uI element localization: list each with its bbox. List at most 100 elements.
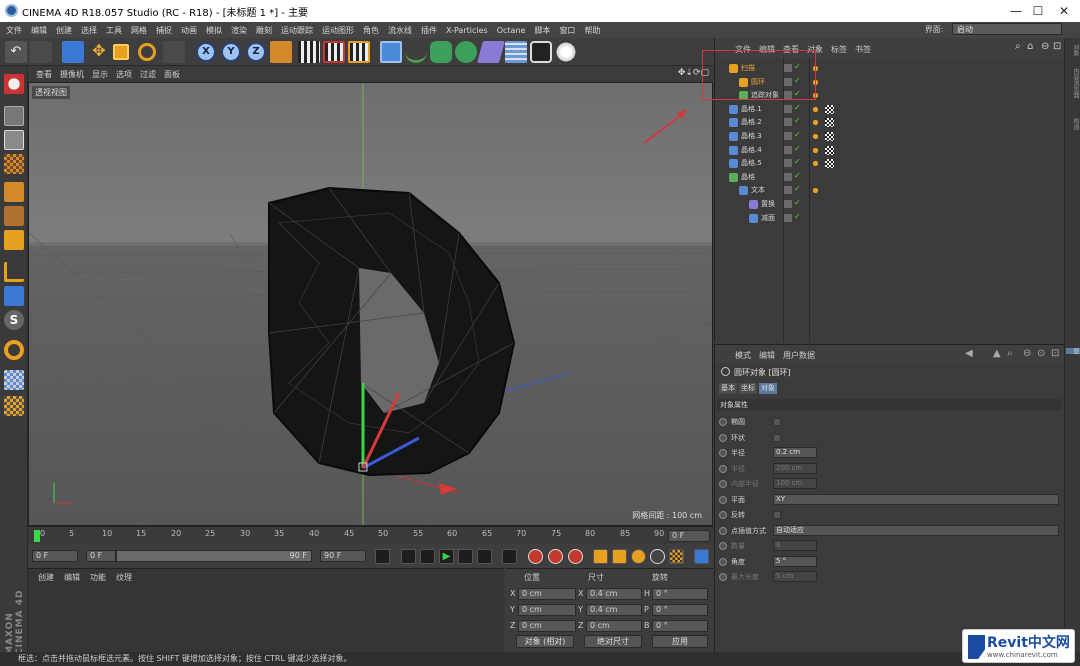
menu-mesh[interactable]: 网格 (131, 25, 147, 36)
menu-simulate[interactable]: 模拟 (206, 25, 222, 36)
coordinate-system-icon[interactable] (270, 41, 292, 63)
visibility-dots-icon[interactable] (784, 186, 792, 195)
x-axis-lock-button[interactable]: X (196, 42, 216, 62)
attr-menu-edit[interactable]: 编辑 (759, 350, 775, 361)
visibility-dots-icon[interactable] (784, 118, 792, 127)
obj-home-icon[interactable]: ⌂ (1027, 41, 1033, 52)
viewport-menu-options[interactable]: 选项 (116, 69, 132, 80)
next-frame-icon[interactable] (458, 549, 473, 564)
floor-icon[interactable] (505, 41, 527, 63)
viewport-menu-view[interactable]: 查看 (36, 69, 52, 80)
attr-search-icon[interactable]: ⌕ (1007, 348, 1013, 359)
attr-newpanel-icon[interactable]: ⊡ (1051, 348, 1059, 359)
pos-y-field[interactable]: 0 cm (518, 604, 576, 616)
animate-radio-icon[interactable] (719, 542, 727, 550)
enabled-check-icon[interactable]: ✓ (794, 103, 801, 112)
enabled-check-icon[interactable]: ✓ (794, 171, 801, 180)
menu-script[interactable]: 脚本 (534, 25, 550, 36)
close-button[interactable]: ✕ (1044, 0, 1080, 22)
visibility-dots-icon[interactable] (784, 213, 792, 222)
object-row[interactable]: 晶格.2 ✓ (715, 116, 1065, 129)
tag-icon[interactable] (811, 145, 820, 155)
key-scale-icon[interactable] (612, 549, 627, 564)
enabled-check-icon[interactable]: ✓ (794, 212, 801, 221)
size-y-field[interactable]: 0.4 cm (586, 604, 642, 616)
rot-p-field[interactable]: 0 ° (652, 604, 708, 616)
start-frame-field[interactable]: 0 F (32, 550, 78, 562)
attr-menu-mode[interactable]: 模式 (735, 350, 751, 361)
visibility-dots-icon[interactable] (784, 132, 792, 140)
size-z-field[interactable]: 0 cm (586, 620, 642, 632)
render-picture-viewer-icon[interactable] (323, 41, 345, 63)
menu-create[interactable]: 创建 (56, 25, 72, 36)
tag-icon[interactable] (811, 104, 820, 114)
animate-radio-icon[interactable] (719, 449, 727, 457)
timeline-window-icon[interactable] (694, 549, 709, 564)
go-to-start-icon[interactable] (375, 549, 390, 564)
tag-icon[interactable] (811, 186, 820, 196)
menu-render[interactable]: 渲染 (231, 25, 247, 36)
size-x-field[interactable]: 0.4 cm (586, 588, 642, 600)
tab-basic[interactable]: 基本 (719, 383, 737, 394)
range-start-field[interactable]: 0 F (86, 550, 116, 562)
menu-pipeline[interactable]: 流水线 (388, 25, 412, 36)
menu-motion-tracking[interactable]: 运动跟踪 (281, 25, 313, 36)
attr-select[interactable]: XY (773, 493, 1059, 505)
model-mode-icon[interactable] (4, 106, 24, 126)
object-name[interactable]: 晶格.1 (741, 104, 762, 114)
enabled-check-icon[interactable]: ✓ (794, 130, 801, 139)
material-menu-texture[interactable]: 纹理 (116, 572, 132, 583)
menu-snap[interactable]: 捕捉 (156, 25, 172, 36)
undo-icon[interactable]: ↶ (5, 41, 27, 63)
animate-radio-icon[interactable] (719, 464, 727, 473)
menu-x-particles[interactable]: X-Particles (446, 26, 488, 35)
key-pla-icon[interactable] (669, 549, 684, 564)
attr-field[interactable]: 5 ° (773, 555, 817, 567)
object-row[interactable]: 置换 ✓ (715, 198, 1065, 211)
solo-icon[interactable] (4, 396, 24, 416)
animate-radio-icon[interactable] (719, 495, 727, 504)
subdivision-surface-icon[interactable] (430, 41, 452, 63)
tag-icon[interactable] (811, 159, 820, 169)
menu-tools[interactable]: 工具 (106, 25, 122, 36)
record-active-icon[interactable] (528, 549, 543, 564)
camera-icon[interactable] (530, 41, 552, 63)
redo-icon[interactable] (30, 41, 52, 63)
object-name[interactable]: 文本 (751, 185, 765, 195)
menu-plugins[interactable]: 插件 (421, 25, 437, 36)
texture-mode-icon[interactable] (4, 130, 24, 150)
viewport-menu-filter[interactable]: 过滤 (140, 69, 156, 80)
light-icon[interactable] (555, 41, 577, 63)
go-to-end-icon[interactable] (502, 549, 517, 564)
menu-sculpt[interactable]: 雕刻 (256, 25, 272, 36)
end-frame-field[interactable]: 90 F (320, 550, 366, 562)
object-name[interactable]: 置换 (761, 199, 775, 209)
material-tag-icon[interactable] (825, 145, 834, 155)
enabled-check-icon[interactable]: ✓ (794, 198, 801, 207)
attr-lock-icon[interactable]: ⊖ (1023, 348, 1031, 359)
y-axis-lock-button[interactable]: Y (221, 42, 241, 62)
menu-select[interactable]: 选择 (81, 25, 97, 36)
animate-radio-icon[interactable] (719, 418, 727, 426)
enabled-check-icon[interactable]: ✓ (794, 184, 801, 193)
select-tool-icon[interactable] (62, 41, 84, 63)
size-mode-select[interactable]: 绝对尺寸 (584, 635, 642, 648)
attr-checkbox[interactable] (773, 511, 781, 519)
attr-field[interactable]: 0.2 cm (773, 447, 817, 458)
enabled-check-icon[interactable]: ✓ (794, 144, 801, 153)
object-name[interactable]: 晶格.5 (741, 158, 762, 168)
lattice-text-object[interactable] (268, 186, 516, 477)
apply-button[interactable]: 应用 (652, 635, 708, 648)
obj-search-icon[interactable]: ⌕ (1015, 41, 1021, 52)
menu-octane[interactable]: Octane (497, 26, 526, 35)
play-icon[interactable]: ▶ (439, 549, 454, 564)
attr-checkbox[interactable] (773, 418, 781, 426)
menu-character[interactable]: 角色 (363, 25, 379, 36)
attr-menu-userdata[interactable]: 用户数据 (783, 350, 815, 361)
object-name[interactable]: 晶格.3 (741, 131, 762, 141)
viewport-menu-camera[interactable]: 摄像机 (60, 69, 84, 80)
side-tab-layers[interactable]: 层 (1066, 348, 1080, 354)
animate-radio-icon[interactable] (719, 526, 727, 535)
attr-back-icon[interactable]: ◀ (965, 348, 973, 359)
key-rotation-icon[interactable] (631, 549, 646, 564)
